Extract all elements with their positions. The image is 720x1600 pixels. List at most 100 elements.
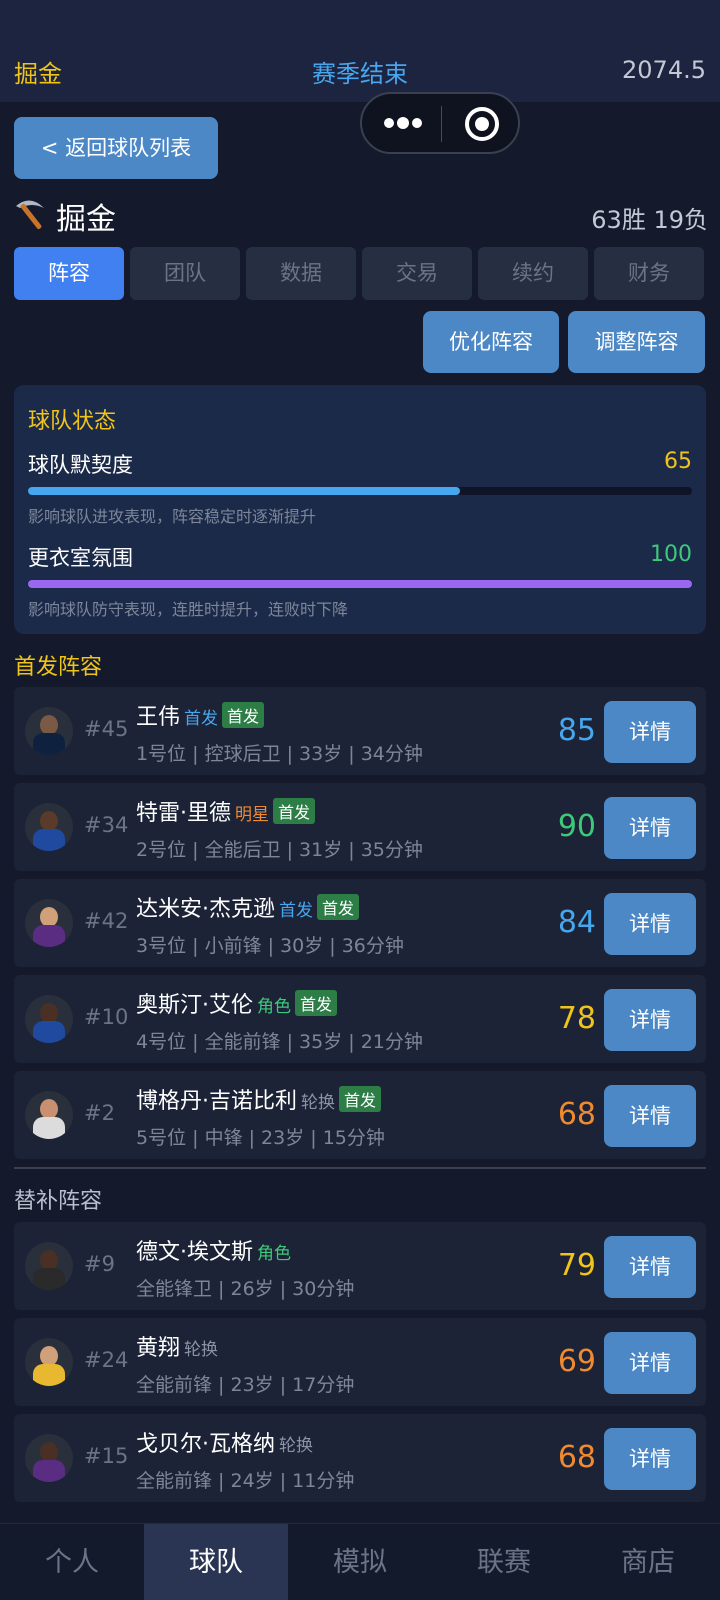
top-score: 2074.5 <box>622 56 706 84</box>
player-row[interactable]: #45 王伟 首发 首发 1号位 | 控球后卫 | 33岁 | 34分钟 85 详情 <box>14 687 706 775</box>
player-name: 特雷·里德 <box>136 801 231 826</box>
starter-badge: 首发 <box>273 798 316 824</box>
capsule-divider <box>441 106 442 142</box>
chemistry-label: 球队默契度 <box>28 453 133 477</box>
player-info: 3号位 | 小前锋 | 30岁 | 36分钟 <box>136 935 404 957</box>
player-avatar <box>25 1338 73 1386</box>
morale-label: 更衣室氛围 <box>28 546 133 570</box>
player-role: 首发 <box>184 709 219 729</box>
tab-trade[interactable]: 交易 <box>362 247 472 300</box>
starter-badge: 首发 <box>295 990 338 1016</box>
detail-button[interactable]: 详情 <box>604 1428 696 1490</box>
morale-bar-fill <box>28 580 692 588</box>
detail-button[interactable]: 详情 <box>604 989 696 1051</box>
player-row[interactable]: #34 特雷·里德 明星 首发 2号位 | 全能后卫 | 31岁 | 35分钟 90… <box>14 783 706 871</box>
player-rating: 68 <box>557 1097 596 1132</box>
player-name-line: 特雷·里德 明星 首发 <box>136 795 316 827</box>
tab-stats[interactable]: 数据 <box>246 247 356 300</box>
morale-bar <box>28 580 692 588</box>
player-row[interactable]: #9 德文·埃文斯 角色 全能锋卫 | 26岁 | 30分钟 79 详情 <box>14 1222 706 1310</box>
close-target-icon[interactable] <box>465 107 499 141</box>
player-rating: 90 <box>557 809 596 844</box>
starters-title: 首发阵容 <box>14 655 103 680</box>
bottom-nav: 个人 球队 模拟 联赛 商店 <box>0 1523 720 1600</box>
player-name-line: 戈贝尔·瓦格纳 轮换 <box>136 1426 313 1458</box>
player-info: 4号位 | 全能前锋 | 35岁 | 21分钟 <box>136 1031 423 1053</box>
detail-button[interactable]: 详情 <box>604 1236 696 1298</box>
nav-league[interactable]: 联赛 <box>432 1524 576 1600</box>
detail-button[interactable]: 详情 <box>604 1332 696 1394</box>
player-role: 角色 <box>257 1244 291 1264</box>
tab-renewal[interactable]: 续约 <box>478 247 588 300</box>
player-name-line: 王伟 首发 首发 <box>136 699 265 731</box>
player-avatar <box>25 1434 73 1482</box>
player-name-line: 奥斯汀·艾伦 角色 首发 <box>136 987 338 1019</box>
pickaxe-icon <box>16 200 44 230</box>
detail-button[interactable]: 详情 <box>604 893 696 955</box>
player-row[interactable]: #24 黄翔 轮换 全能前锋 | 23岁 | 17分钟 69 详情 <box>14 1318 706 1406</box>
player-number: #9 <box>84 1252 115 1276</box>
player-avatar <box>25 899 73 947</box>
player-name: 达米安·杰克逊 <box>136 897 275 922</box>
player-info: 全能前锋 | 23岁 | 17分钟 <box>136 1374 355 1396</box>
player-number: #2 <box>84 1101 115 1125</box>
back-to-team-list-button[interactable]: < 返回球队列表 <box>14 117 218 179</box>
detail-button[interactable]: 详情 <box>604 1085 696 1147</box>
tab-staff[interactable]: 团队 <box>130 247 240 300</box>
player-number: #42 <box>84 909 129 933</box>
miniprogram-capsule <box>360 92 520 154</box>
tab-lineup[interactable]: 阵容 <box>14 247 124 300</box>
player-name-line: 黄翔 轮换 <box>136 1330 218 1362</box>
team-record: 63胜 19负 <box>591 206 708 234</box>
tab-finance[interactable]: 财务 <box>594 247 704 300</box>
player-avatar <box>25 1091 73 1139</box>
detail-button[interactable]: 详情 <box>604 797 696 859</box>
player-number: #10 <box>84 1005 129 1029</box>
player-name-line: 达米安·杰克逊 首发 首发 <box>136 891 360 923</box>
player-name: 王伟 <box>136 705 181 730</box>
player-name-line: 德文·埃文斯 角色 <box>136 1234 291 1266</box>
chemistry-bar-fill <box>28 487 460 495</box>
nav-shop[interactable]: 商店 <box>576 1524 720 1600</box>
team-header: 掘金 63胜 19负 <box>12 192 708 237</box>
player-avatar <box>25 707 73 755</box>
player-role: 轮换 <box>301 1093 335 1113</box>
morale-desc: 影响球队防守表现，连胜时提升，连败时下降 <box>28 600 349 619</box>
team-status-card: 球队状态 球队默契度 65 影响球队进攻表现，阵容稳定时逐渐提升 更衣室氛围 1… <box>14 385 706 634</box>
chemistry-desc: 影响球队进攻表现，阵容稳定时逐渐提升 <box>28 507 317 526</box>
player-name-line: 博格丹·吉诺比利 轮换 首发 <box>136 1083 382 1115</box>
player-row[interactable]: #42 达米安·杰克逊 首发 首发 3号位 | 小前锋 | 30岁 | 36分钟 8… <box>14 879 706 967</box>
nav-personal[interactable]: 个人 <box>0 1524 144 1600</box>
nav-team[interactable]: 球队 <box>144 1524 288 1600</box>
player-row[interactable]: #2 博格丹·吉诺比利 轮换 首发 5号位 | 中锋 | 23岁 | 15分钟 68… <box>14 1071 706 1159</box>
player-rating: 78 <box>557 1001 596 1036</box>
player-avatar <box>25 1242 73 1290</box>
player-number: #45 <box>84 717 129 741</box>
player-info: 1号位 | 控球后卫 | 33岁 | 34分钟 <box>136 743 423 765</box>
player-role: 轮换 <box>184 1340 219 1360</box>
player-row[interactable]: #15 戈贝尔·瓦格纳 轮换 全能前锋 | 24岁 | 11分钟 68 详情 <box>14 1414 706 1502</box>
player-rating: 84 <box>557 905 596 940</box>
player-info: 全能锋卫 | 26岁 | 30分钟 <box>136 1278 355 1300</box>
nav-simulate[interactable]: 模拟 <box>288 1524 432 1600</box>
detail-button[interactable]: 详情 <box>604 701 696 763</box>
bench-title: 替补阵容 <box>14 1189 103 1214</box>
player-avatar <box>25 995 73 1043</box>
adjust-lineup-button[interactable]: 调整阵容 <box>568 311 705 373</box>
team-tabs: 阵容 团队 数据 交易 续约 财务 <box>14 247 706 300</box>
player-info: 2号位 | 全能后卫 | 31岁 | 35分钟 <box>136 839 423 861</box>
starter-badge: 首发 <box>339 1086 382 1112</box>
player-row[interactable]: #10 奥斯汀·艾伦 角色 首发 4号位 | 全能前锋 | 35岁 | 21分钟 7… <box>14 975 706 1063</box>
player-name: 德文·埃文斯 <box>136 1240 253 1265</box>
more-icon[interactable] <box>384 112 424 134</box>
morale-value: 100 <box>650 542 692 567</box>
chemistry-bar <box>28 487 692 495</box>
optimize-lineup-button[interactable]: 优化阵容 <box>423 311 559 373</box>
player-name: 博格丹·吉诺比利 <box>136 1089 297 1114</box>
starter-badge: 首发 <box>222 702 265 728</box>
player-number: #24 <box>84 1348 129 1372</box>
player-number: #34 <box>84 813 129 837</box>
player-rating: 85 <box>557 713 596 748</box>
player-info: 5号位 | 中锋 | 23岁 | 15分钟 <box>136 1127 385 1149</box>
player-name: 黄翔 <box>136 1336 181 1361</box>
